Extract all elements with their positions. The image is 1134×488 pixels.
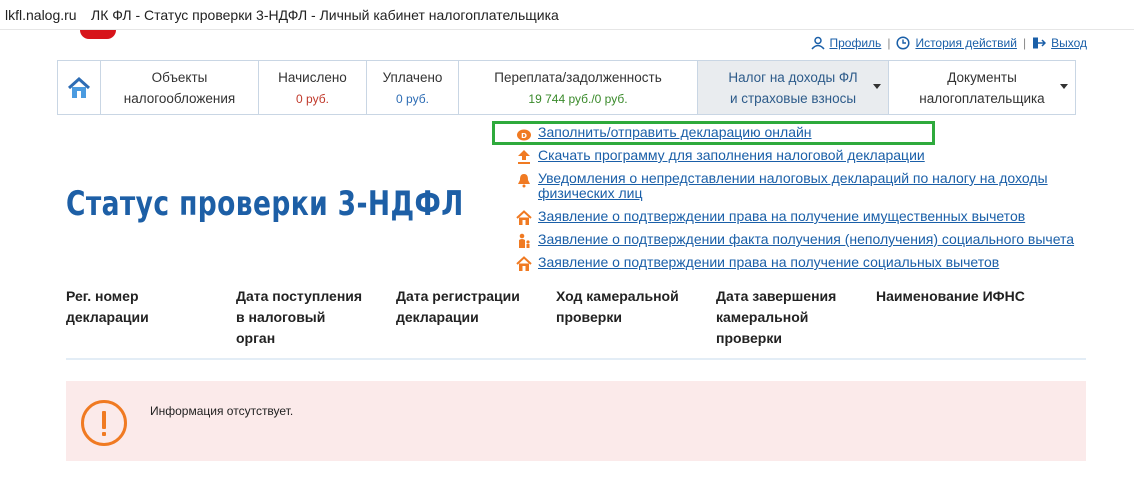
column-header-registration-date: Дата регистрации декларации bbox=[396, 286, 520, 328]
nav-tab-charged[interactable]: Начислено 0 руб. bbox=[259, 61, 367, 114]
profile-label: Профиль bbox=[829, 36, 882, 50]
clock-icon bbox=[896, 36, 910, 50]
history-link[interactable]: История действий bbox=[896, 36, 1017, 50]
warning-icon bbox=[81, 400, 127, 446]
column-header-audit-progress: Ход камеральной проверки bbox=[556, 286, 679, 328]
header-line: Дата поступления bbox=[236, 288, 363, 304]
download-icon bbox=[515, 148, 533, 166]
header-line: проверки bbox=[556, 309, 622, 325]
home-icon bbox=[67, 76, 91, 98]
svg-text:D: D bbox=[521, 132, 527, 140]
nav-tab-balance[interactable]: Переплата/задолженность 19 744 руб./0 ру… bbox=[459, 61, 698, 114]
divider: | bbox=[887, 36, 891, 50]
main-navigation: Объекты налогообложения Начислено 0 руб.… bbox=[57, 60, 1076, 115]
header-line: в налоговый bbox=[236, 309, 326, 325]
nav-tab-label: налогообложения bbox=[123, 91, 236, 106]
menu-link[interactable]: Заполнить/отправить декларацию онлайн bbox=[538, 125, 812, 140]
nav-tab-documents[interactable]: Документы налогоплательщика bbox=[889, 61, 1075, 114]
column-header-ifns-name: Наименование ИФНС bbox=[876, 286, 1025, 307]
profile-icon bbox=[810, 36, 825, 50]
menu-item-fill-declaration[interactable]: D Заполнить/отправить декларацию онлайн bbox=[515, 125, 812, 143]
chevron-down-icon bbox=[873, 84, 881, 89]
history-label: История действий bbox=[915, 36, 1017, 50]
menu-link[interactable]: Уведомления о непредставлении налоговых … bbox=[538, 171, 1048, 201]
header-line: Дата регистрации bbox=[396, 288, 520, 304]
menu-item-property-deduction[interactable]: Заявление о подтверждении права на получ… bbox=[515, 209, 1025, 227]
house-icon bbox=[515, 255, 533, 273]
header-line: проверки bbox=[716, 330, 782, 346]
menu-link[interactable]: Заявление о подтверждении факта получени… bbox=[538, 232, 1074, 247]
profile-link[interactable]: Профиль bbox=[810, 36, 882, 50]
table-divider bbox=[66, 358, 1086, 360]
header-line: декларации bbox=[66, 309, 149, 325]
menu-link[interactable]: Заявление о подтверждении права на получ… bbox=[538, 209, 1025, 224]
menu-link-line: Уведомления о непредставлении налоговых … bbox=[538, 170, 1048, 186]
menu-link[interactable]: Заявление о подтверждении права на получ… bbox=[538, 255, 999, 270]
header-line: Дата завершения bbox=[716, 288, 837, 304]
page-title: Статус проверки 3-НДФЛ bbox=[66, 184, 464, 224]
browser-title-bar: lkfl.nalog.ru ЛК ФЛ - Статус проверки 3-… bbox=[0, 0, 1134, 30]
nav-tab-label: Уплачено bbox=[382, 70, 443, 85]
person-icon bbox=[515, 232, 533, 250]
nav-tab-label: Налог на доходы ФЛ bbox=[728, 70, 858, 85]
nav-tab-label: и страховые взносы bbox=[729, 91, 857, 106]
user-links: Профиль | История действий | Выход bbox=[810, 35, 1087, 51]
bell-icon bbox=[515, 171, 533, 189]
menu-item-download-program[interactable]: Скачать программу для заполнения налогов… bbox=[515, 148, 925, 166]
charged-amount: 0 руб. bbox=[296, 92, 329, 106]
chevron-down-icon bbox=[1060, 84, 1068, 89]
nav-tab-label: Объекты bbox=[151, 70, 208, 85]
header-line: орган bbox=[236, 330, 276, 346]
nav-tab-objects[interactable]: Объекты налогообложения bbox=[101, 61, 259, 114]
header-line: декларации bbox=[396, 309, 479, 325]
nav-tab-label: Начислено bbox=[278, 70, 347, 85]
nav-tab-label: налогоплательщика bbox=[919, 91, 1045, 106]
logout-icon bbox=[1033, 37, 1047, 49]
header-line: камеральной bbox=[716, 309, 809, 325]
header-line: Рег. номер bbox=[66, 288, 139, 304]
column-header-receipt-date: Дата поступления в налоговый орган bbox=[236, 286, 362, 349]
info-alert: Информация отсутствует. bbox=[66, 381, 1086, 461]
home-button[interactable] bbox=[58, 61, 101, 114]
house-icon bbox=[515, 209, 533, 227]
header-line: Ход камеральной bbox=[556, 288, 679, 304]
paid-amount: 0 руб. bbox=[396, 92, 429, 106]
menu-item-social-deductions[interactable]: Заявление о подтверждении права на получ… bbox=[515, 255, 999, 273]
column-header-completion-date: Дата завершения камеральной проверки bbox=[716, 286, 836, 349]
balance-amount: 19 744 руб./0 руб. bbox=[528, 92, 628, 106]
declaration-icon: D bbox=[515, 125, 533, 143]
logout-link[interactable]: Выход bbox=[1032, 36, 1087, 50]
site-logo[interactable] bbox=[80, 30, 116, 39]
divider: | bbox=[1022, 36, 1027, 50]
menu-item-social-deduction-fact[interactable]: Заявление о подтверждении факта получени… bbox=[515, 232, 1074, 250]
alert-message: Информация отсутствует. bbox=[150, 404, 294, 418]
nav-tab-income-tax[interactable]: Налог на доходы ФЛ и страховые взносы bbox=[698, 61, 889, 114]
header-line: Наименование ИФНС bbox=[876, 288, 1025, 304]
menu-link[interactable]: Скачать программу для заполнения налогов… bbox=[538, 148, 925, 163]
menu-link-line: физических лиц bbox=[538, 185, 643, 201]
logout-label: Выход bbox=[1051, 36, 1087, 50]
nav-tab-label: Переплата/задолженность bbox=[494, 70, 662, 85]
column-header-reg-number: Рег. номер декларации bbox=[66, 286, 149, 328]
menu-item-notifications[interactable]: Уведомления о непредставлении налоговых … bbox=[515, 171, 1048, 201]
browser-domain: lkfl.nalog.ru bbox=[5, 7, 77, 23]
browser-page-title: ЛК ФЛ - Статус проверки 3-НДФЛ - Личный … bbox=[91, 7, 559, 23]
nav-tab-paid[interactable]: Уплачено 0 руб. bbox=[367, 61, 459, 114]
nav-tab-label: Документы bbox=[947, 70, 1017, 85]
